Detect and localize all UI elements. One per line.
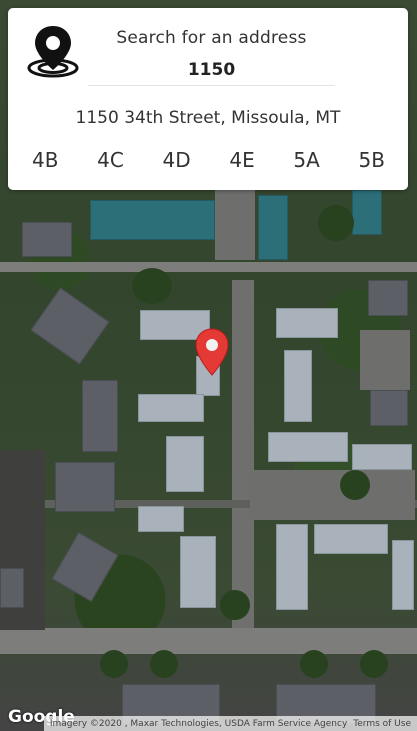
building xyxy=(276,524,308,610)
imagery-credit: Imagery ©2020 , Maxar Technologies, USDA… xyxy=(49,718,348,729)
tree xyxy=(360,650,388,678)
building xyxy=(138,394,204,422)
building xyxy=(368,280,408,316)
tree xyxy=(318,205,354,241)
building xyxy=(284,350,312,422)
search-label: Search for an address xyxy=(116,28,307,48)
result-address[interactable]: 1150 34th Street, Missoula, MT xyxy=(8,108,408,128)
tree xyxy=(100,650,128,678)
building xyxy=(138,506,184,532)
unit-list: 4B 4C 4D 4E 5A 5B xyxy=(26,142,391,178)
building xyxy=(314,524,388,554)
building xyxy=(352,444,412,470)
building xyxy=(352,190,382,235)
tree xyxy=(300,650,328,678)
search-input[interactable] xyxy=(88,54,335,86)
building xyxy=(166,436,204,492)
building xyxy=(180,536,216,608)
building xyxy=(30,287,110,365)
building xyxy=(258,195,288,260)
unit-button-4d[interactable]: 4D xyxy=(157,148,197,172)
map-pin-icon xyxy=(26,24,80,78)
unit-button-4b[interactable]: 4B xyxy=(26,148,64,172)
unit-button-5a[interactable]: 5A xyxy=(287,148,325,172)
parking-lot xyxy=(250,470,415,520)
unit-button-4e[interactable]: 4E xyxy=(223,148,260,172)
building xyxy=(276,308,338,338)
unit-button-5b[interactable]: 5B xyxy=(353,148,391,172)
building xyxy=(370,390,408,426)
parking-lot xyxy=(215,190,255,260)
tree xyxy=(220,590,250,620)
building xyxy=(90,200,215,240)
terms-of-use-link[interactable]: Terms of Use xyxy=(353,719,411,729)
building xyxy=(82,380,118,452)
unit-button-4c[interactable]: 4C xyxy=(91,148,130,172)
building xyxy=(51,532,119,602)
building xyxy=(55,462,115,512)
building xyxy=(22,222,72,257)
tree xyxy=(340,470,370,500)
road xyxy=(0,628,417,654)
parking-lot xyxy=(360,330,410,390)
map-attribution: Imagery ©2020 , Maxar Technologies, USDA… xyxy=(43,716,417,731)
road xyxy=(0,262,417,272)
tree xyxy=(150,650,178,678)
building xyxy=(268,432,348,462)
search-card: Search for an address 1150 34th Street, … xyxy=(8,8,408,190)
tree xyxy=(132,268,172,304)
road xyxy=(232,280,254,628)
building xyxy=(0,568,24,608)
building xyxy=(392,540,414,610)
red-map-marker-icon[interactable] xyxy=(194,328,230,376)
